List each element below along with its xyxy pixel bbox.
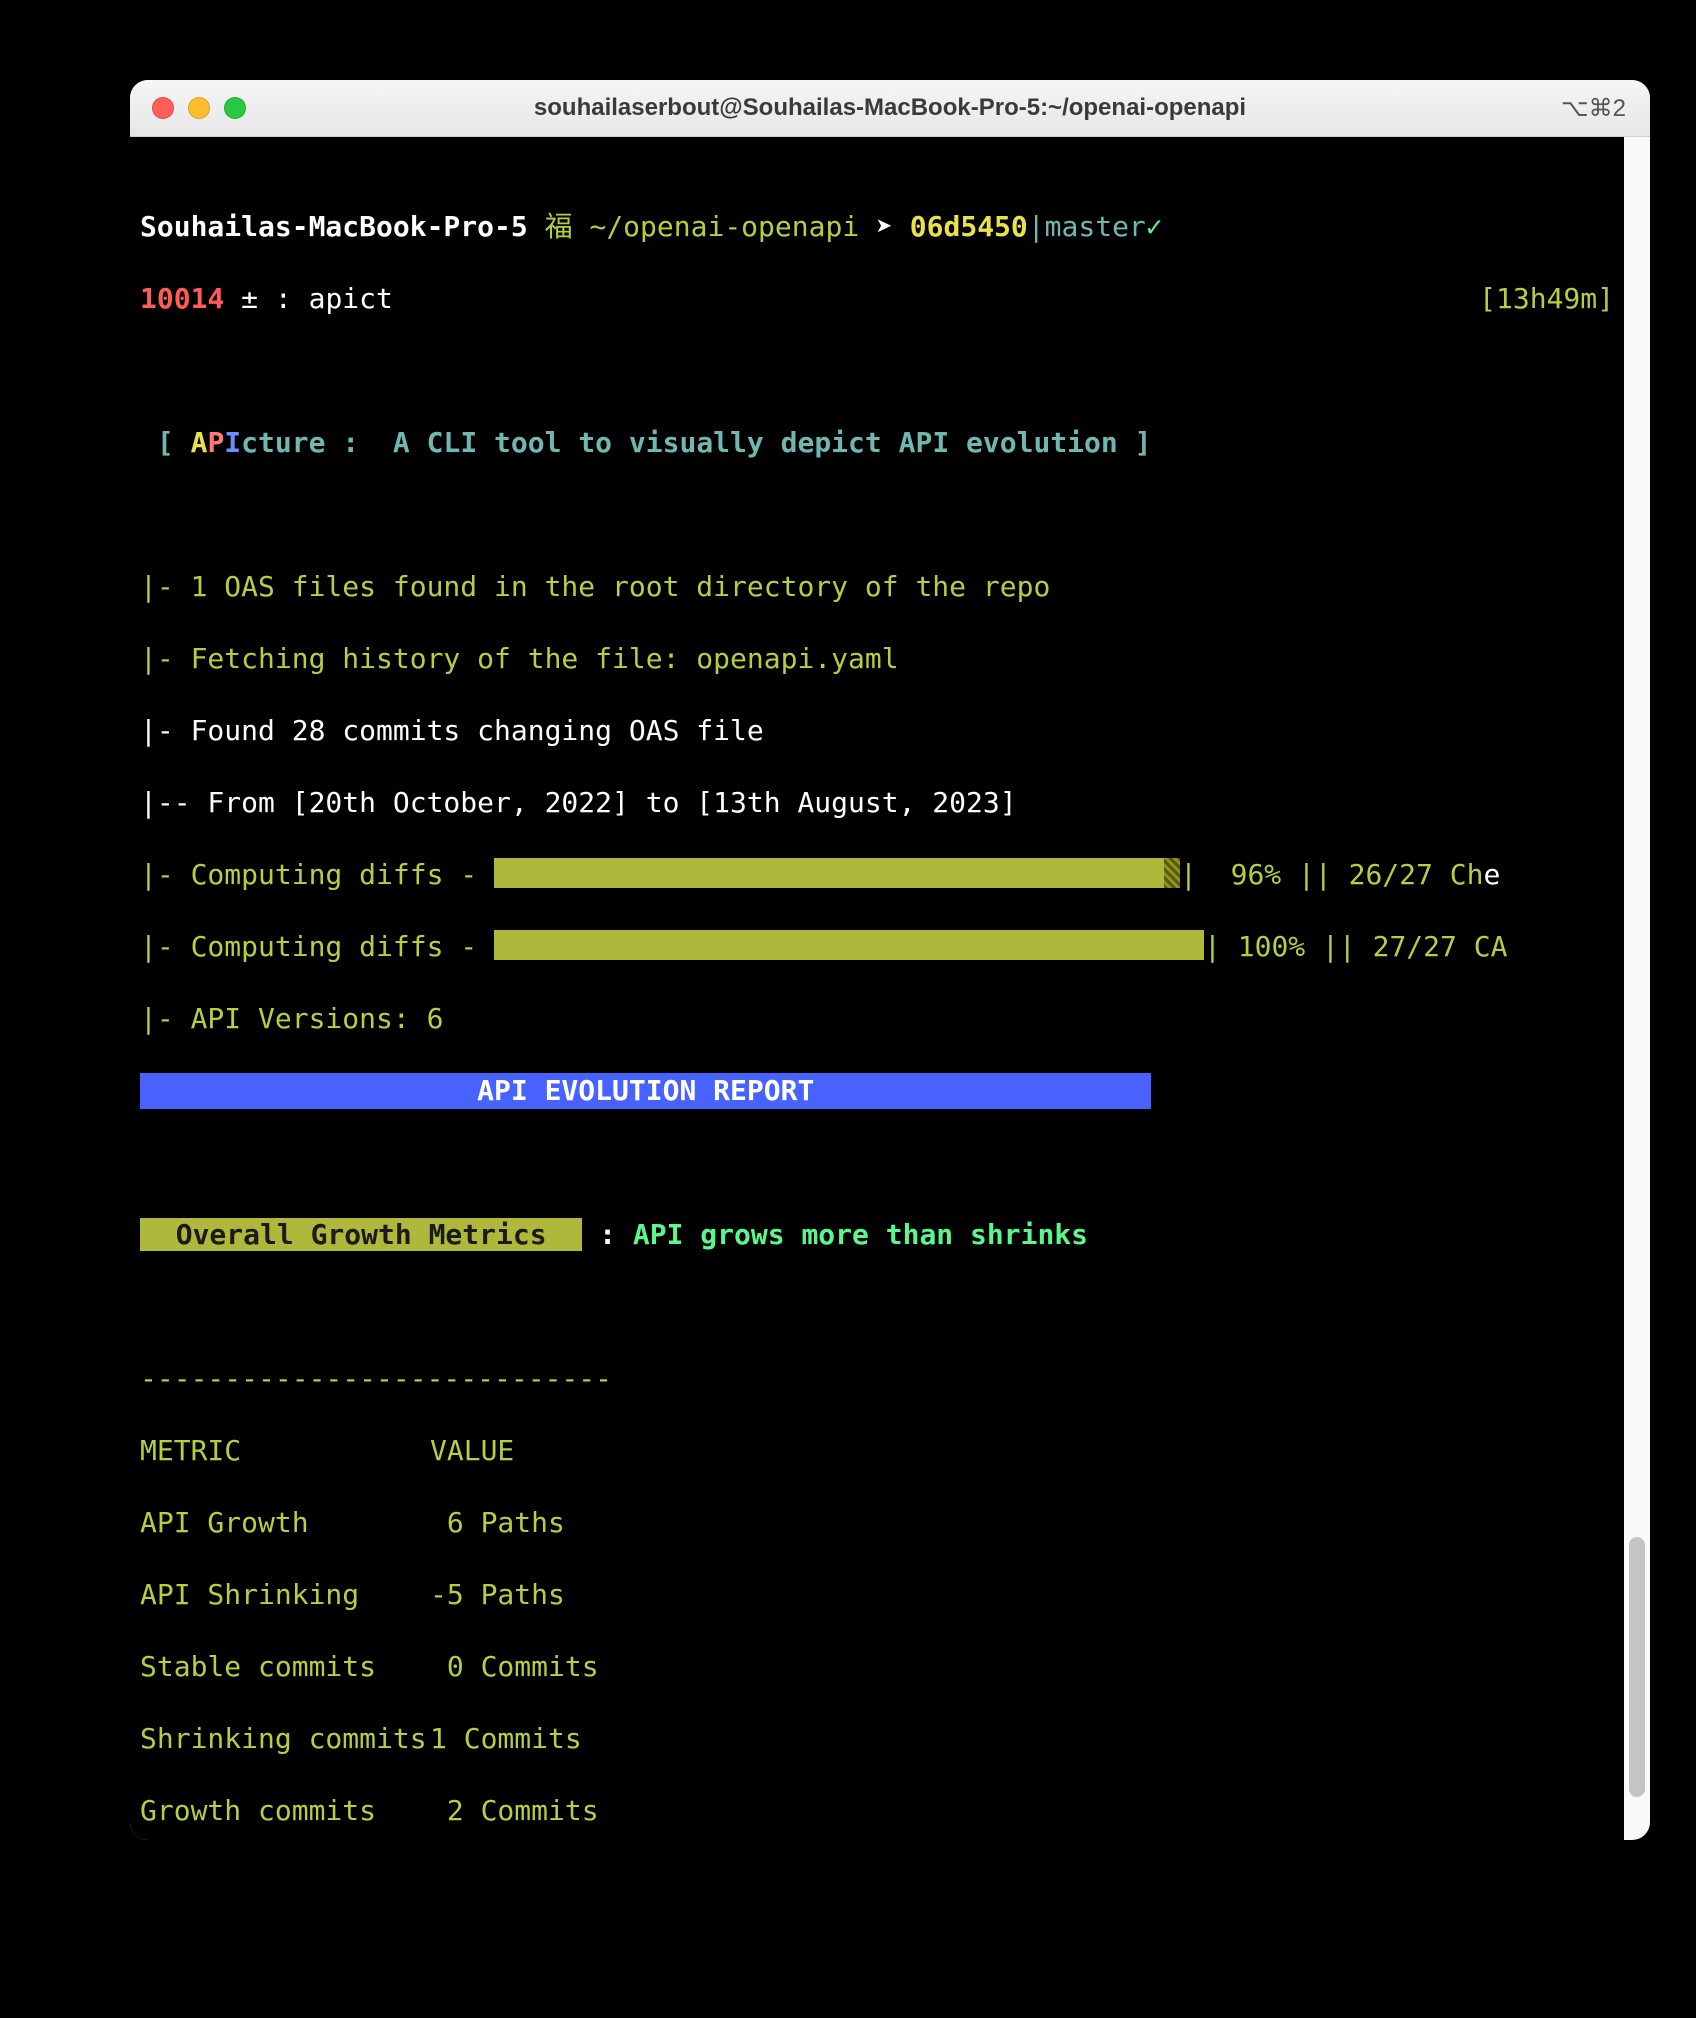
prompt-host: Souhailas-MacBook-Pro-5 <box>140 210 528 243</box>
prompt-commit: 06d5450 <box>910 210 1028 243</box>
prompt-branch: master <box>1045 210 1146 243</box>
progress-shade-1 <box>1164 858 1180 888</box>
line-date-range: |-- From [20th October, 2022] to [13th A… <box>140 786 1017 819</box>
section-growth-label: Overall Growth Metrics <box>140 1218 582 1251</box>
growth-row-3-value: 1 Commits <box>430 1722 582 1755</box>
prompt-cmd: apict <box>309 282 393 315</box>
growth-row-0-metric: API Growth <box>140 1505 430 1541</box>
prompt-pm: ± <box>241 282 258 315</box>
window-shortcut: ⌥⌘2 <box>1561 94 1650 123</box>
terminal-output[interactable]: Souhailas-MacBook-Pro-5 福 ~/openai-opena… <box>130 137 1624 1840</box>
line-found-commits: |- Found 28 commits changing OAS file <box>140 714 764 747</box>
line-api-versions: |- API Versions: 6 <box>140 1002 443 1035</box>
growth-row-0-value: 6 Paths <box>430 1506 565 1539</box>
prompt-clock: [13h49m] <box>1479 281 1614 317</box>
line-fetching: |- Fetching history of the file: openapi… <box>140 642 899 675</box>
hdr-close: ] <box>1135 426 1152 459</box>
zoom-icon[interactable] <box>224 97 246 119</box>
hdr-desc: A CLI tool to visually depict API evolut… <box>376 426 1135 459</box>
hdr-open: [ <box>157 426 191 459</box>
hdr-colon: : <box>325 426 376 459</box>
prompt-symbol: 福 <box>545 210 573 243</box>
progress-bar-1 <box>494 858 1164 888</box>
hdr-rest: cture <box>241 426 325 459</box>
growth-row-1-value: -5 Paths <box>430 1578 565 1611</box>
growth-divider-top: ---------------------------- <box>140 1362 612 1395</box>
traffic-lights <box>130 97 246 119</box>
growth-row-4-metric: Growth commits <box>140 1793 430 1829</box>
prompt-branch-ok: ✓ <box>1146 210 1163 243</box>
growth-row-4-value: 2 Commits <box>430 1794 599 1827</box>
section-growth-colon: : <box>599 1218 633 1251</box>
scrollbar-thumb[interactable] <box>1629 1537 1645 1797</box>
prompt-jobcount: 10014 <box>140 282 224 315</box>
section-growth-summary: API grows more than shrinks <box>633 1218 1088 1251</box>
line-diff1-tail-a: | 96% || 26/27 Ch <box>1180 858 1483 891</box>
prompt-sep: | <box>1028 210 1045 243</box>
hdr-i: I <box>224 426 241 459</box>
terminal-body: Souhailas-MacBook-Pro-5 福 ~/openai-opena… <box>130 137 1650 1840</box>
progress-bar-2 <box>494 930 1204 960</box>
prompt-cwd: ~/openai-openapi <box>589 210 859 243</box>
growth-hdr-value: VALUE <box>430 1434 514 1467</box>
hdr-a: A <box>191 426 208 459</box>
growth-row-2-value: 0 Commits <box>430 1650 599 1683</box>
scrollbar-track[interactable] <box>1624 137 1650 1840</box>
prompt-arrow: ➤ <box>876 210 893 243</box>
titlebar: souhailaserbout@Souhailas-MacBook-Pro-5:… <box>130 80 1650 137</box>
window-title: souhailaserbout@Souhailas-MacBook-Pro-5:… <box>130 94 1650 122</box>
line-diff1-tail-b: e <box>1483 858 1500 891</box>
line-diff2-tail: | 100% || 27/27 CA <box>1204 930 1507 963</box>
line-diff2-prefix: |- Computing diffs - <box>140 930 494 963</box>
line-diff1-prefix: |- Computing diffs - <box>140 858 494 891</box>
hdr-p: P <box>207 426 224 459</box>
line-oas-found: |- 1 OAS files found in the root directo… <box>140 570 1050 603</box>
banner-api-evolution: API EVOLUTION REPORT <box>140 1073 1151 1109</box>
growth-row-1-metric: API Shrinking <box>140 1577 430 1613</box>
close-icon[interactable] <box>152 97 174 119</box>
growth-hdr-metric: METRIC <box>140 1433 430 1469</box>
prompt-colon: : <box>275 282 292 315</box>
growth-row-3-metric: Shrinking commits <box>140 1721 430 1757</box>
terminal-window: souhailaserbout@Souhailas-MacBook-Pro-5:… <box>130 80 1650 1840</box>
growth-row-2-metric: Stable commits <box>140 1649 430 1685</box>
minimize-icon[interactable] <box>188 97 210 119</box>
